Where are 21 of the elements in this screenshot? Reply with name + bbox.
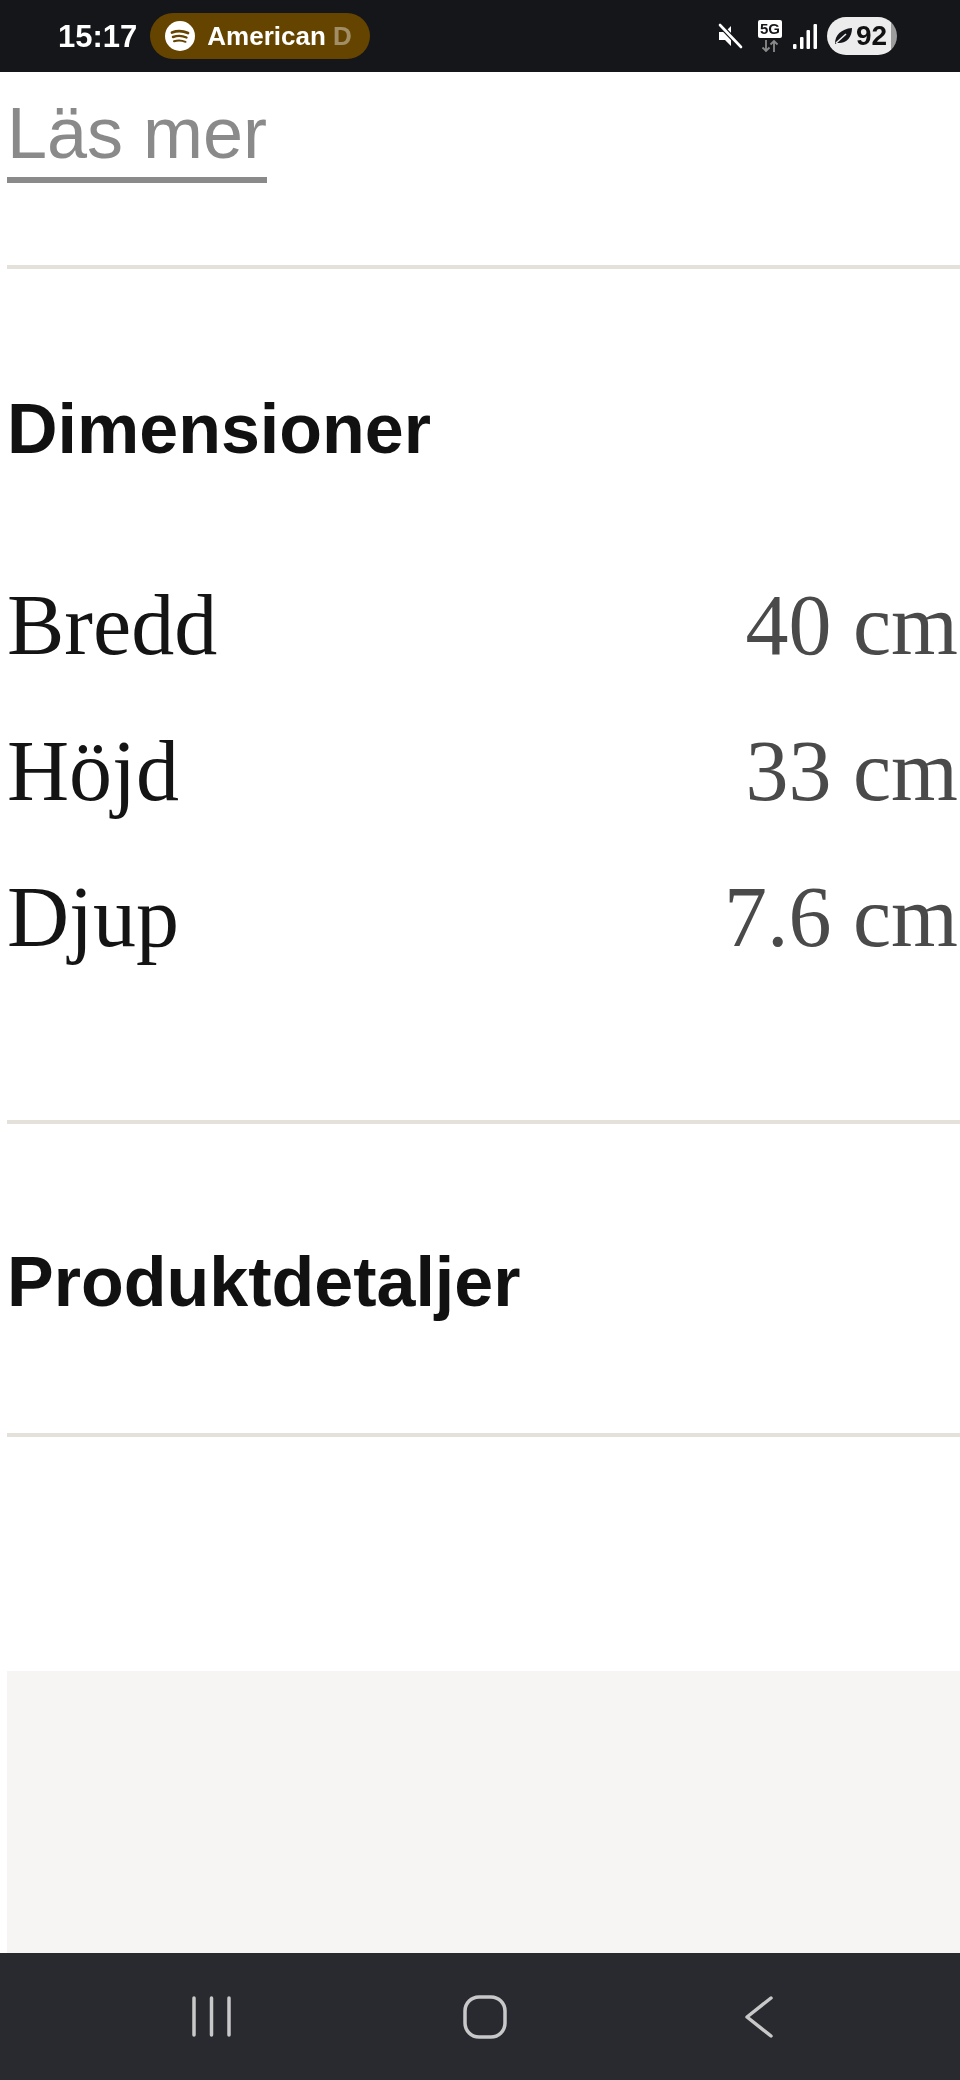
audio-waves-icon (165, 21, 196, 51)
section-heading: Produktdetaljer (7, 1242, 521, 1322)
signal-bars-icon (793, 23, 817, 49)
spec-label: Höjd (7, 722, 179, 821)
media-pill[interactable]: American D (150, 13, 370, 59)
spec-label: Bredd (7, 576, 218, 675)
section-heading: Dimensioner (7, 389, 431, 469)
back-icon (745, 1995, 773, 2038)
status-time: 15:17 (58, 20, 138, 52)
three-bars-icon (190, 1996, 232, 2037)
rounded-square-icon (463, 1994, 507, 2039)
spec-label: Djup (7, 868, 179, 967)
leaf-icon (833, 27, 853, 45)
muted-speaker-icon (717, 23, 743, 49)
spec-value: 33 cm (745, 722, 958, 821)
network-type-label: 5G (758, 20, 782, 38)
spec-value: 40 cm (745, 576, 958, 675)
data-arrows-icon (761, 40, 779, 52)
battery-percentage: 92 (856, 22, 888, 50)
spec-value: 7.6 cm (723, 868, 958, 967)
media-title: American D (207, 23, 352, 49)
